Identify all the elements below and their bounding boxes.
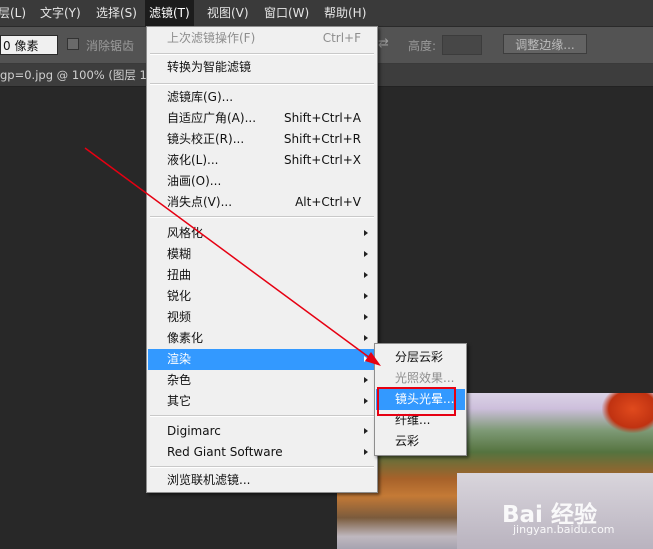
- menu-separator: [150, 53, 374, 55]
- render-submenu: 分层云彩 光照效果... 镜头光晕... 纤维... 云彩: [374, 343, 467, 456]
- menu-filter[interactable]: 滤镜(T): [145, 0, 194, 26]
- antialias-checkbox[interactable]: [67, 38, 79, 50]
- document-tab[interactable]: gp=0.jpg @ 100% (图层 1, R(: [0, 67, 167, 83]
- menu-layer[interactable]: 层(L): [0, 0, 30, 26]
- menu-item-label: 浏览联机滤镜...: [167, 473, 251, 487]
- menu-item-label: 光照效果...: [395, 371, 455, 385]
- menu-item-label: 模糊: [167, 247, 192, 261]
- menu-item-oil-paint[interactable]: 油画(O)...: [148, 171, 376, 192]
- filter-menu: 上次滤镜操作(F) Ctrl+F 转换为智能滤镜 滤镜库(G)... 自适应广角…: [146, 26, 378, 493]
- submenu-arrow-icon: [364, 428, 368, 434]
- submenu-arrow-icon: [364, 293, 368, 299]
- menu-item-label: 转换为智能滤镜: [167, 60, 252, 74]
- menu-item-label: 像素化: [167, 331, 204, 345]
- submenu-arrow-icon: [364, 335, 368, 341]
- menu-item-adaptive-wide-angle[interactable]: 自适应广角(A)... Shift+Ctrl+A: [148, 108, 376, 129]
- submenu-item-difference-clouds[interactable]: 分层云彩: [376, 347, 465, 368]
- menu-item-label: 杂色: [167, 373, 192, 387]
- menu-item-label: 分层云彩: [395, 350, 444, 364]
- height-label: 高度:: [408, 39, 437, 53]
- antialias-label: 消除锯齿: [86, 39, 135, 53]
- menu-item-shortcut: Shift+Ctrl+A: [284, 111, 361, 125]
- menu-bar: 层(L) 文字(Y) 选择(S) 滤镜(T) 视图(V) 窗口(W) 帮助(H): [0, 0, 653, 27]
- menu-item-label: 纤维...: [395, 413, 431, 427]
- menu-item-label: 消失点(V)...: [167, 195, 233, 209]
- menu-item-other[interactable]: 其它: [148, 391, 376, 412]
- submenu-arrow-icon: [364, 314, 368, 320]
- menu-item-noise[interactable]: 杂色: [148, 370, 376, 391]
- menu-separator: [150, 216, 374, 218]
- menu-type[interactable]: 文字(Y): [36, 0, 85, 26]
- menu-item-distort[interactable]: 扭曲: [148, 265, 376, 286]
- refine-edge-button[interactable]: 调整边缘...: [503, 34, 587, 54]
- menu-item-label: 其它: [167, 394, 192, 408]
- submenu-arrow-icon: [364, 230, 368, 236]
- height-input[interactable]: [442, 35, 482, 55]
- menu-item-label: 油画(O)...: [167, 174, 222, 188]
- menu-item-liquify[interactable]: 液化(L)... Shift+Ctrl+X: [148, 150, 376, 171]
- menu-help[interactable]: 帮助(H): [320, 0, 370, 26]
- menu-item-label: 风格化: [167, 226, 204, 240]
- menu-window[interactable]: 窗口(W): [260, 0, 313, 26]
- menu-item-last-filter[interactable]: 上次滤镜操作(F) Ctrl+F: [148, 28, 376, 49]
- submenu-arrow-icon: [364, 398, 368, 404]
- submenu-item-lighting-effects[interactable]: 光照效果...: [376, 368, 465, 389]
- swap-icon[interactable]: ⇄: [378, 36, 389, 51]
- menu-item-label: 液化(L)...: [167, 153, 219, 167]
- menu-item-label: 上次滤镜操作(F): [167, 31, 256, 45]
- menu-item-browse-online-filters[interactable]: 浏览联机滤镜...: [148, 470, 376, 491]
- menu-item-lens-correction[interactable]: 镜头校正(R)... Shift+Ctrl+R: [148, 129, 376, 150]
- menu-item-sharpen[interactable]: 锐化: [148, 286, 376, 307]
- menu-item-label: 镜头校正(R)...: [167, 132, 245, 146]
- menu-item-label: 视频: [167, 310, 192, 324]
- submenu-item-fibers[interactable]: 纤维...: [376, 410, 465, 431]
- menu-item-label: 自适应广角(A)...: [167, 111, 257, 125]
- menu-item-digimarc[interactable]: Digimarc: [148, 421, 376, 442]
- menu-item-shortcut: Alt+Ctrl+V: [295, 195, 361, 209]
- submenu-arrow-icon: [364, 251, 368, 257]
- menu-item-label: Digimarc: [167, 424, 221, 438]
- menu-item-label: 镜头光晕...: [395, 392, 455, 406]
- photo-flame: [602, 393, 653, 433]
- feather-input[interactable]: 0 像素: [0, 35, 58, 55]
- menu-item-red-giant[interactable]: Red Giant Software: [148, 442, 376, 463]
- menu-item-filter-gallery[interactable]: 滤镜库(G)...: [148, 87, 376, 108]
- submenu-arrow-icon: [364, 356, 368, 362]
- menu-item-shortcut: Shift+Ctrl+X: [284, 153, 361, 167]
- menu-item-shortcut: Shift+Ctrl+R: [283, 132, 361, 146]
- menu-item-stylize[interactable]: 风格化: [148, 223, 376, 244]
- menu-select[interactable]: 选择(S): [92, 0, 141, 26]
- menu-item-label: 滤镜库(G)...: [167, 90, 234, 104]
- submenu-item-clouds[interactable]: 云彩: [376, 431, 465, 452]
- menu-item-label: Red Giant Software: [167, 445, 283, 459]
- submenu-arrow-icon: [364, 272, 368, 278]
- watermark-url: jingyan.baidu.com: [513, 523, 615, 536]
- menu-item-blur[interactable]: 模糊: [148, 244, 376, 265]
- menu-item-shortcut: Ctrl+F: [322, 31, 361, 45]
- menu-separator: [150, 466, 374, 468]
- menu-item-label: 渲染: [167, 352, 192, 366]
- menu-item-pixelate[interactable]: 像素化: [148, 328, 376, 349]
- menu-item-render[interactable]: 渲染: [148, 349, 376, 370]
- menu-separator: [150, 83, 374, 85]
- submenu-arrow-icon: [364, 449, 368, 455]
- menu-item-convert-smart-filter[interactable]: 转换为智能滤镜: [148, 57, 376, 78]
- submenu-item-lens-flare[interactable]: 镜头光晕...: [376, 389, 465, 410]
- menu-item-label: 云彩: [395, 434, 420, 448]
- menu-item-label: 扭曲: [167, 268, 192, 282]
- submenu-arrow-icon: [364, 377, 368, 383]
- menu-item-video[interactable]: 视频: [148, 307, 376, 328]
- menu-separator: [150, 415, 374, 417]
- menu-item-vanishing-point[interactable]: 消失点(V)... Alt+Ctrl+V: [148, 192, 376, 213]
- menu-view[interactable]: 视图(V): [203, 0, 253, 26]
- menu-item-label: 锐化: [167, 289, 192, 303]
